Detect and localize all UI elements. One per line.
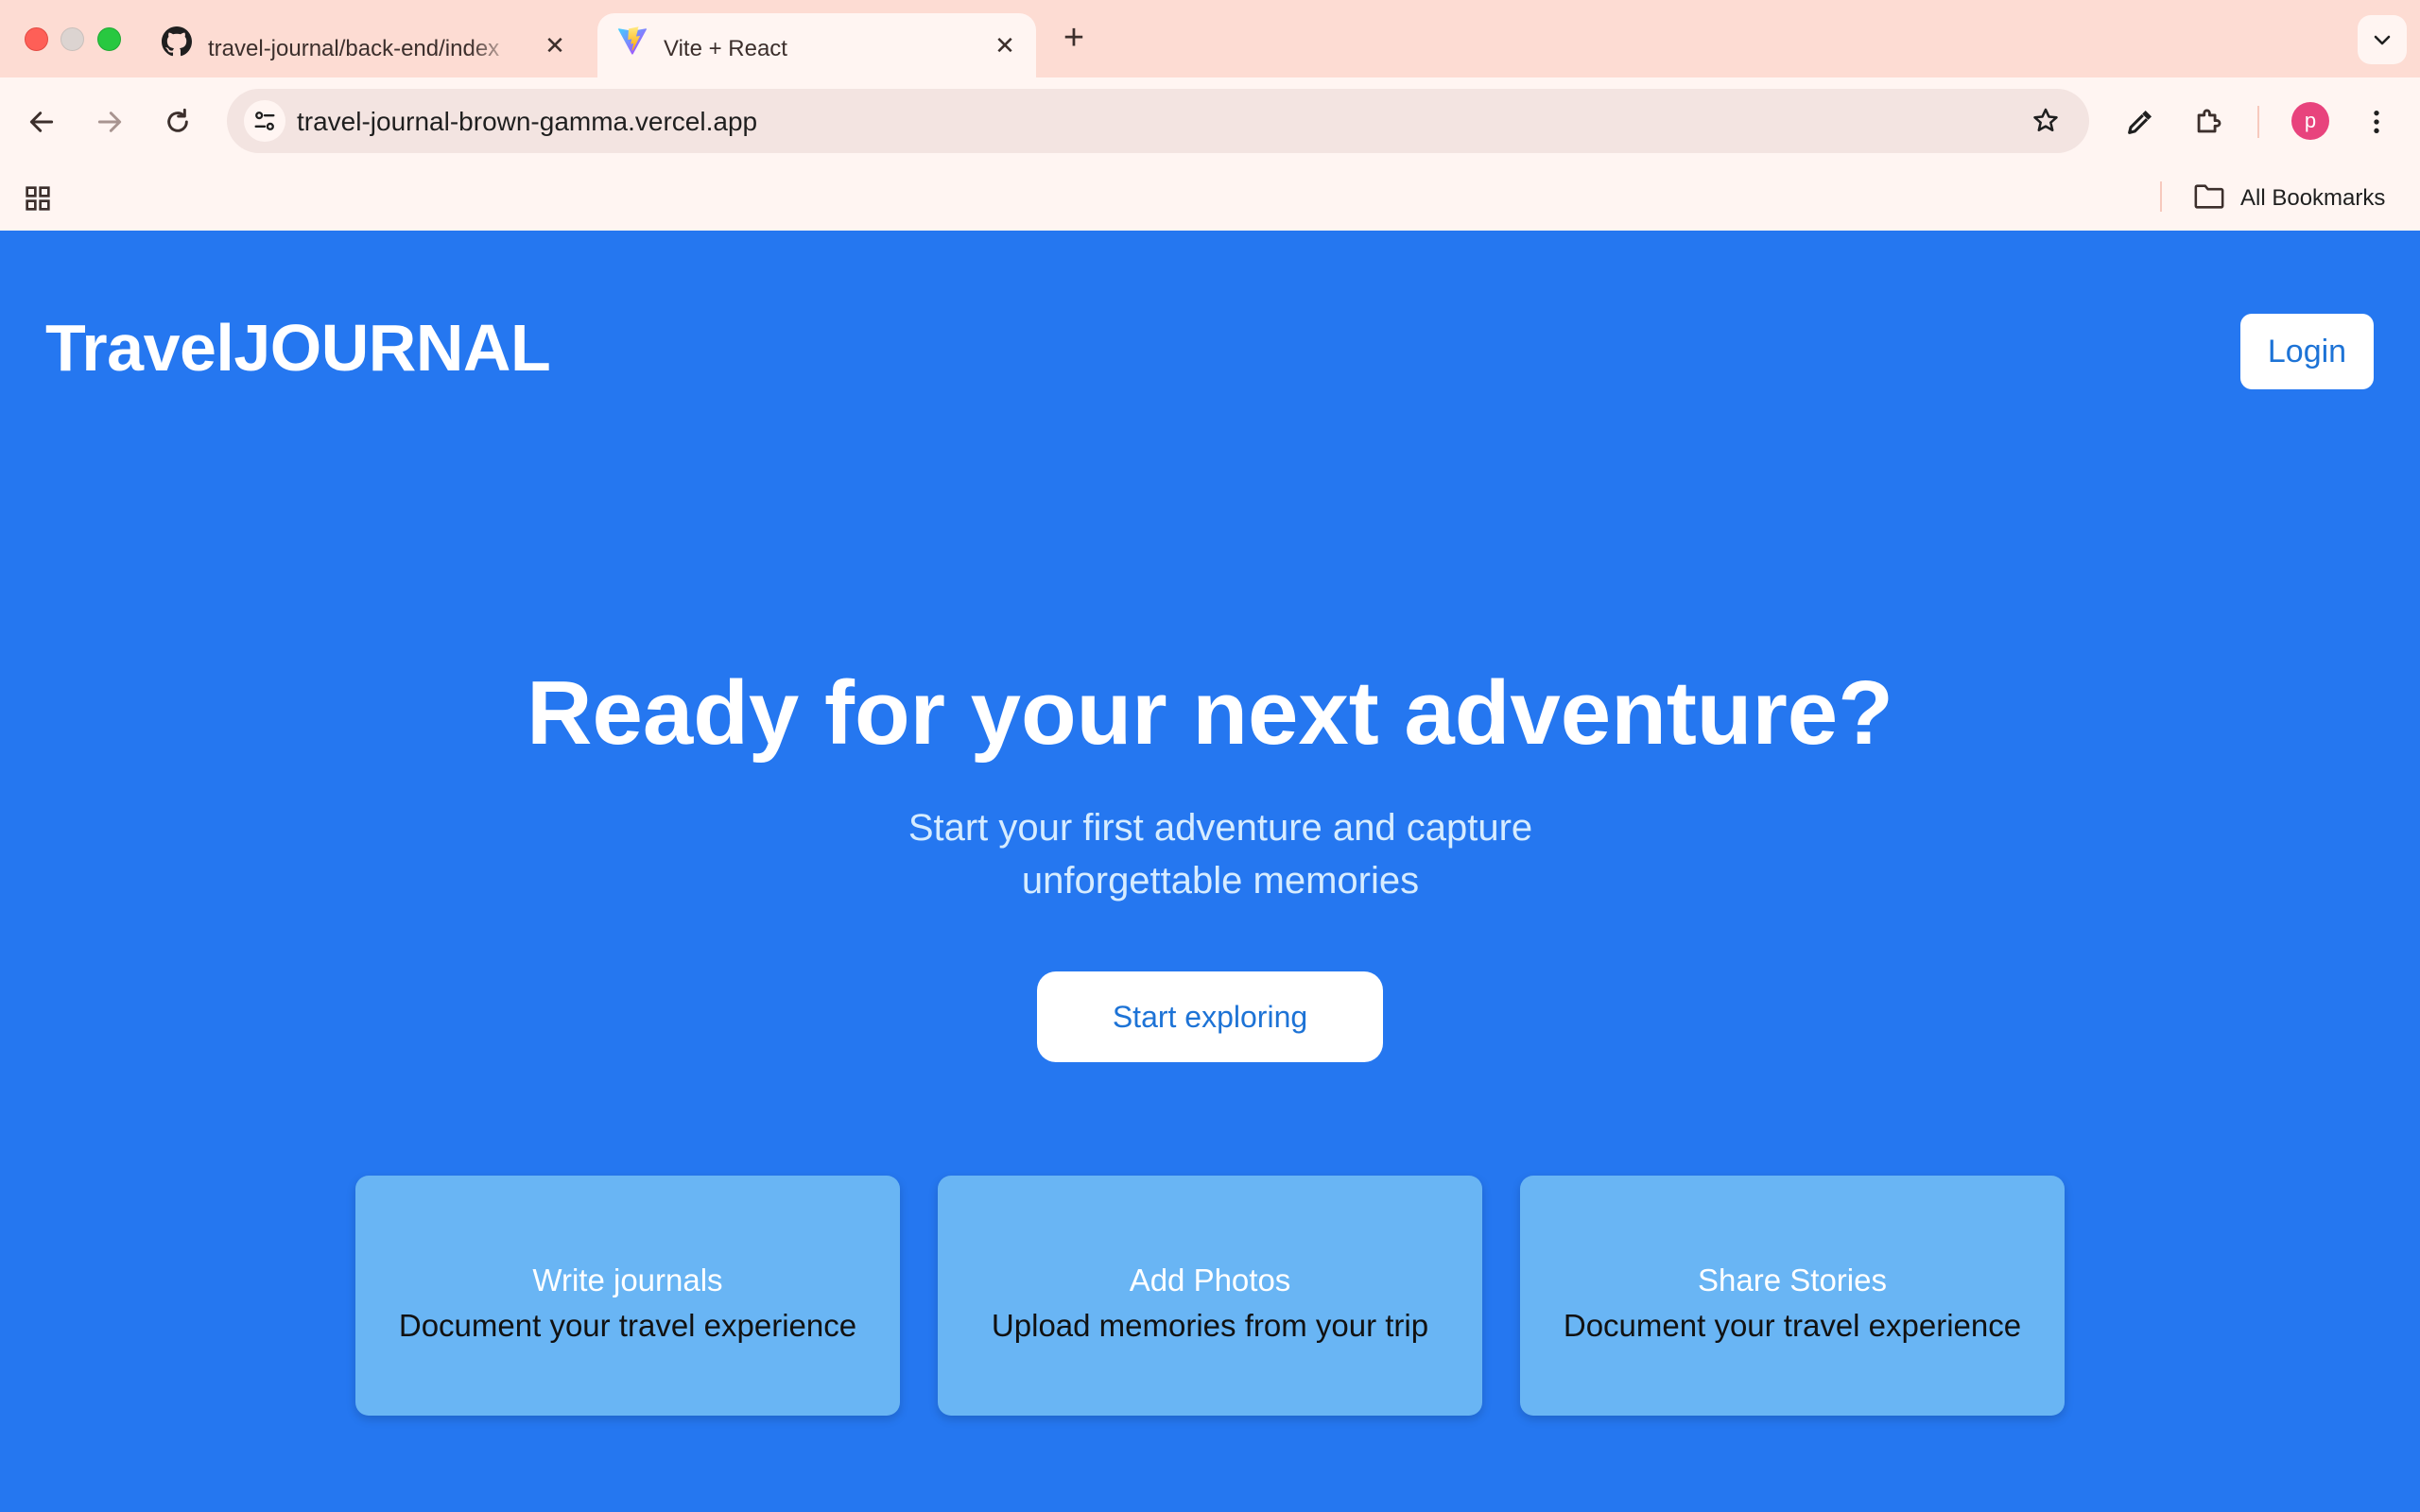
feature-card-title: Share Stories [1698,1263,1887,1297]
feature-card-description: Document your travel experience [1563,1308,2022,1343]
tab-strip: travel-journal/back-end/index ✕ Vite + R… [0,0,2420,77]
feature-card-write-journals: Write journals Document your travel expe… [355,1176,900,1416]
bookmark-star-icon[interactable] [2029,104,2063,138]
new-tab-plus-icon[interactable]: + [1057,19,1091,57]
reload-icon[interactable] [157,101,199,143]
tab-search-chevron-icon[interactable] [2358,15,2407,64]
extensions-puzzle-icon[interactable] [2187,101,2229,143]
kebab-menu-icon[interactable] [2356,101,2397,143]
feature-card-share-stories: Share Stories Document your travel exper… [1520,1176,2065,1416]
tab-close-icon[interactable]: ✕ [991,31,1019,60]
eyedropper-extension-icon[interactable] [2119,101,2161,143]
brand-logo-text[interactable]: TravelJOURNAL [45,310,551,386]
bookmarks-bar: All Bookmarks [0,168,2420,231]
window-maximize-button[interactable] [97,27,121,51]
toolbar-divider [2257,106,2259,138]
feature-card-title: Add Photos [1129,1263,1291,1297]
all-bookmarks-label: All Bookmarks [2240,185,2386,211]
back-arrow-icon[interactable] [21,101,62,143]
hero-subtitle-line: Start your first adventure and capture [908,807,1533,849]
apps-grid-icon[interactable] [23,183,53,214]
address-bar[interactable]: travel-journal-brown-gamma.vercel.app [227,89,2089,153]
window-close-button[interactable] [25,27,48,51]
all-bookmarks-button[interactable]: All Bookmarks [2193,181,2385,215]
url-text[interactable]: travel-journal-brown-gamma.vercel.app [297,107,757,137]
feature-card-description: Document your travel experience [398,1308,857,1343]
forward-arrow-icon[interactable] [89,101,130,143]
hero-title: Ready for your next adventure? [527,662,1893,764]
feature-card-title: Write journals [532,1263,723,1297]
tab-github[interactable]: travel-journal/back-end/index ✕ [142,13,596,77]
hero-subtitle-line: unforgettable memories [1021,860,1420,902]
feature-card-description: Upload memories from your trip [991,1308,1429,1343]
tab-title: Vite + React [664,36,787,61]
browser-chrome: travel-journal/back-end/index ✕ Vite + R… [0,0,2420,231]
feature-card-add-photos: Add Photos Upload memories from your tri… [938,1176,1482,1416]
login-button[interactable]: Login [2240,314,2374,389]
site-settings-icon[interactable] [244,100,285,142]
github-icon [161,26,193,58]
vite-icon [616,26,648,58]
hero-subtitle: Start your first adventure and capture u… [832,801,1609,907]
tab-title: travel-journal/back-end/index [208,36,500,61]
profile-avatar[interactable]: p [2291,102,2329,140]
start-exploring-button[interactable]: Start exploring [1037,971,1383,1062]
bookmarks-divider [2160,181,2162,212]
window-minimize-button[interactable] [60,27,84,51]
folder-icon [2193,182,2225,215]
tab-close-icon[interactable]: ✕ [541,31,569,60]
page-content: TravelJOURNAL Login Ready for your next … [0,231,2420,1512]
tab-vite-react[interactable]: Vite + React ✕ [597,13,1036,77]
